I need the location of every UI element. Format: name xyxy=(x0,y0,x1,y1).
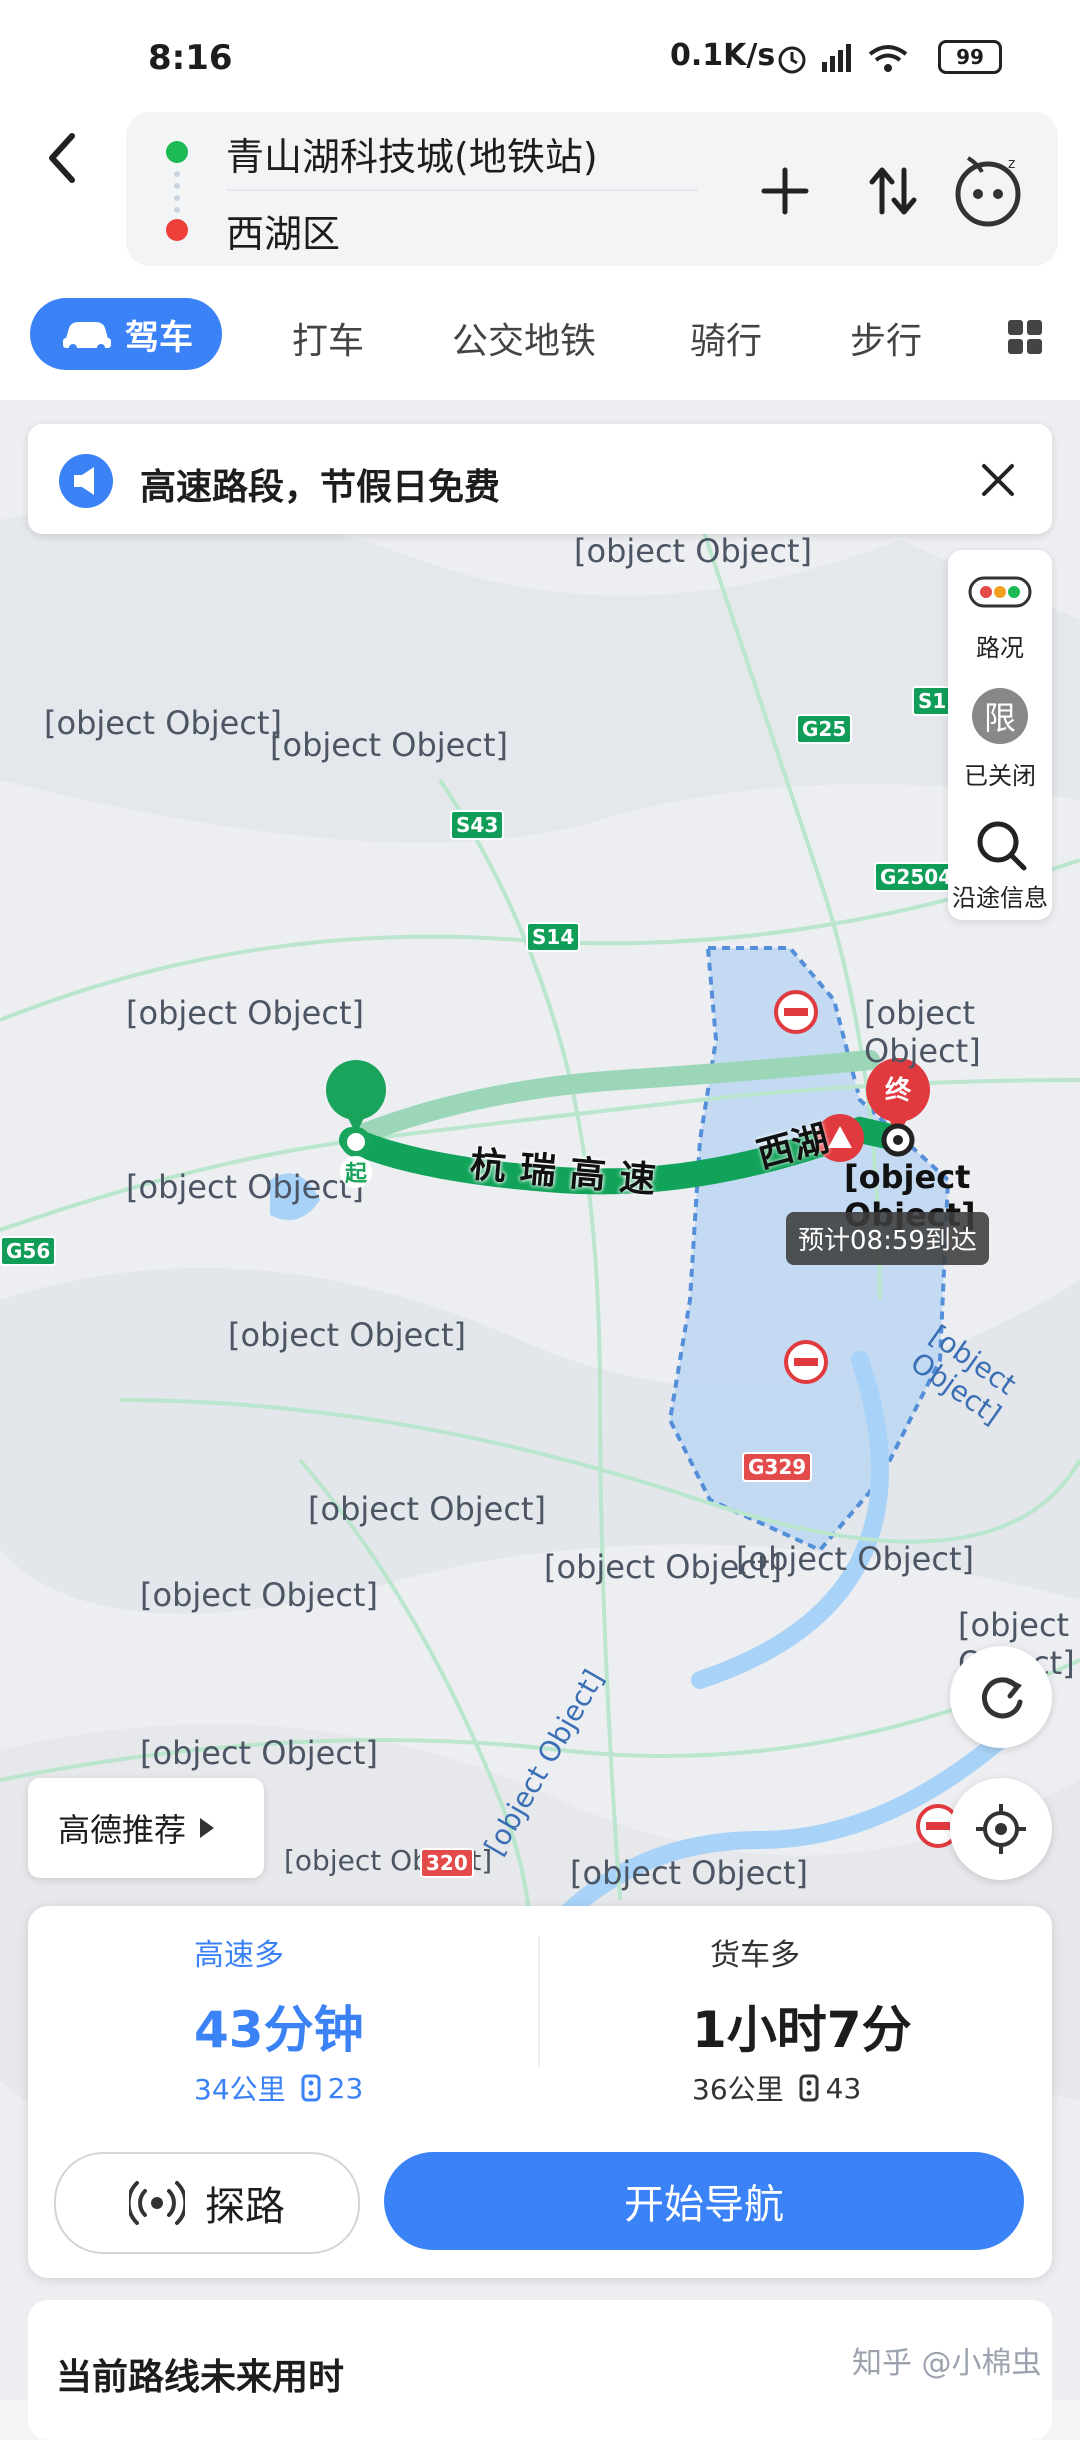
map-label: [object Object] xyxy=(308,1490,546,1528)
car-icon xyxy=(63,322,111,352)
route-tag: 高速多 xyxy=(194,1938,284,1973)
route-time: 43分钟 xyxy=(194,2001,364,2059)
signal-broadcast-icon xyxy=(129,2181,185,2225)
recommend-label: 高德推荐 xyxy=(58,1811,187,1849)
highway-shield: 320 xyxy=(420,1848,474,1878)
route-lights: 43 xyxy=(825,2071,862,2105)
map-label: [object Object] xyxy=(570,1854,808,1892)
eta-bubble: 预计08:59到达 xyxy=(786,1212,989,1265)
highway-shield: S14 xyxy=(526,922,581,952)
end-marker-label: 终 xyxy=(884,1075,911,1106)
traffic-light-icon xyxy=(968,576,1032,608)
traffic-toggle[interactable]: 路况 xyxy=(948,568,1052,678)
restriction-icon: 限 xyxy=(972,688,1028,744)
notice-text: 高速路段，节假日免费 xyxy=(140,467,501,508)
search-icon xyxy=(977,821,1027,871)
megaphone-icon xyxy=(59,454,113,508)
locate-button[interactable] xyxy=(950,1778,1052,1880)
wifi-icon xyxy=(868,45,908,72)
along-route-label: 沿途信息 xyxy=(952,884,1048,912)
map-label: [object Object] xyxy=(736,1540,974,1578)
recommend-chip[interactable]: 高德推荐 xyxy=(28,1778,264,1878)
traffic-light-count-icon xyxy=(301,2074,321,2102)
watermark: 知乎 @小棉虫 xyxy=(852,2346,1042,2381)
start-navigation-button[interactable]: 开始导航 xyxy=(384,2152,1024,2250)
route-tag: 货车多 xyxy=(710,1938,800,1973)
route-distance: 34公里 xyxy=(194,2073,286,2106)
divider xyxy=(226,189,698,191)
status-icons xyxy=(778,44,908,74)
destination-field[interactable]: 西湖区 xyxy=(226,203,340,258)
assistant-icon[interactable]: z xyxy=(948,150,1028,230)
future-time-title: 当前路线未来用时 xyxy=(56,2357,345,2398)
triangle-right-icon xyxy=(200,1818,215,1838)
close-icon[interactable] xyxy=(980,462,1016,498)
tab-drive[interactable]: 驾车 xyxy=(30,298,222,370)
refresh-icon xyxy=(982,1677,1023,1719)
network-speed: 0.1K/s xyxy=(670,38,776,73)
svg-text:z: z xyxy=(1008,156,1015,172)
refresh-button[interactable] xyxy=(950,1646,1052,1748)
probe-label: 探路 xyxy=(205,2184,285,2230)
map-label: [object Object] xyxy=(140,1734,378,1772)
start-dot-icon xyxy=(166,141,188,163)
battery-indicator: 99 xyxy=(938,40,1002,74)
highway-shield: G56 xyxy=(0,1236,57,1266)
map-label: [object Object] xyxy=(140,1576,378,1614)
back-arrow-icon[interactable] xyxy=(42,128,82,188)
more-grid-icon[interactable] xyxy=(1006,318,1044,356)
map-label: [object Object] xyxy=(270,726,508,764)
highway-shield: S1 xyxy=(912,686,953,716)
map-label: [object Object] xyxy=(574,532,812,570)
highway-shield: G2504 xyxy=(874,862,959,892)
alarm-icon xyxy=(778,46,806,74)
along-route-info[interactable]: 沿途信息 xyxy=(948,812,1052,922)
highway-shield: S43 xyxy=(450,810,505,840)
add-waypoint-icon[interactable] xyxy=(760,166,810,216)
end-dot-icon xyxy=(166,219,188,241)
tab-drive-label: 驾车 xyxy=(125,317,193,358)
probe-button[interactable]: 探路 xyxy=(54,2152,360,2254)
map-label: [object Object] xyxy=(864,994,981,1070)
status-time: 8:16 xyxy=(148,38,233,78)
swap-icon[interactable] xyxy=(868,164,918,218)
map-label: [object Object] xyxy=(44,704,282,742)
highway-shield: G25 xyxy=(796,714,853,744)
route-time: 1小时7分 xyxy=(692,2001,912,2059)
route-distance: 36公里 xyxy=(692,2073,784,2106)
restriction-toggle[interactable]: 限 已关闭 xyxy=(948,686,1052,796)
map-label: [object Object] xyxy=(228,1316,466,1354)
route-option-2[interactable]: 货车多 1小时7分 36公里 43 xyxy=(540,1906,1052,2136)
origin-field[interactable]: 青山湖科技城(地铁站) xyxy=(226,126,598,181)
tab-transit[interactable]: 公交地铁 xyxy=(452,312,596,364)
tab-taxi[interactable]: 打车 xyxy=(292,312,364,364)
highway-shield: G329 xyxy=(742,1452,813,1482)
start-marker-label: 起 xyxy=(340,1156,372,1188)
tab-cycling[interactable]: 骑行 xyxy=(690,312,762,364)
start-label: 开始导航 xyxy=(624,2182,784,2228)
tab-walking[interactable]: 步行 xyxy=(850,312,922,364)
traffic-label: 路况 xyxy=(976,634,1024,662)
restriction-label: 已关闭 xyxy=(964,762,1036,790)
hd-signal-icon xyxy=(822,44,851,72)
locate-icon xyxy=(976,1804,1026,1854)
map-label: [object Object] xyxy=(126,1168,364,1206)
traffic-light-count-icon xyxy=(799,2074,819,2102)
route-option-1[interactable]: 高速多 43分钟 34公里 23 xyxy=(28,1906,538,2136)
map-label: [object Object] xyxy=(126,994,364,1032)
route-lights: 23 xyxy=(327,2071,364,2105)
connector-dots xyxy=(174,171,180,213)
